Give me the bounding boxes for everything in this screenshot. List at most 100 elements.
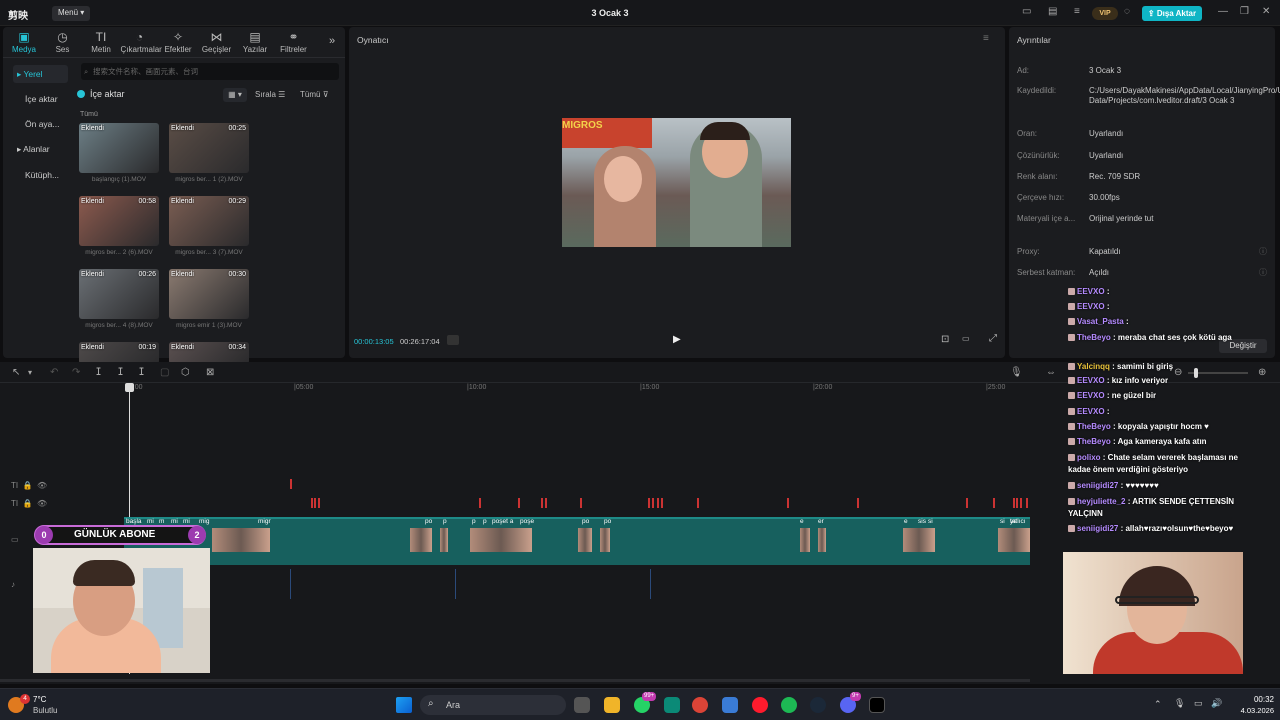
text-marker[interactable] bbox=[318, 498, 320, 508]
tray-chevron-icon[interactable]: ⌃ bbox=[1154, 699, 1162, 710]
search-input[interactable]: ⌕ 搜索文件名称、画面元素、台词 bbox=[81, 63, 339, 80]
text-marker[interactable] bbox=[541, 498, 543, 508]
text-marker[interactable] bbox=[1016, 498, 1018, 508]
sidebar-item-1[interactable]: İçe aktar bbox=[13, 90, 68, 108]
text-marker[interactable] bbox=[545, 498, 547, 508]
app-icon[interactable] bbox=[664, 697, 680, 713]
timecode-box-icon[interactable] bbox=[447, 335, 459, 345]
play-icon[interactable]: ▶ bbox=[673, 334, 681, 345]
more-tools-icon[interactable]: » bbox=[329, 35, 335, 47]
text-marker[interactable] bbox=[966, 498, 968, 508]
taskbar-search[interactable]: ⌕ Ara bbox=[420, 695, 566, 715]
import-button[interactable]: İçe aktar bbox=[90, 89, 125, 99]
tab-filtreler[interactable]: ⚭ Filtreler bbox=[275, 29, 313, 54]
tray-volume-icon[interactable]: 🔊 bbox=[1211, 698, 1222, 709]
text-marker[interactable] bbox=[697, 498, 699, 508]
text-marker[interactable] bbox=[648, 498, 650, 508]
link-icon[interactable]: ⇔ bbox=[1046, 367, 1056, 378]
clock-time[interactable]: 00:32 bbox=[1236, 695, 1274, 704]
export-button[interactable]: ⇪ Dışa Aktar bbox=[1142, 6, 1202, 21]
tab-efektler[interactable]: ✧ Efektler bbox=[159, 29, 197, 54]
text-marker[interactable] bbox=[652, 498, 654, 508]
text-marker[interactable] bbox=[1020, 498, 1022, 508]
notification-icon[interactable]: ◌ bbox=[1124, 6, 1130, 17]
windows-start-icon[interactable] bbox=[396, 697, 412, 713]
text-marker[interactable] bbox=[1026, 498, 1028, 508]
steam-icon[interactable] bbox=[810, 697, 826, 713]
tab-yazılar[interactable]: ▤ Yazılar bbox=[236, 29, 274, 54]
redo-icon[interactable]: ↷ bbox=[72, 367, 80, 378]
tab-çıkartmalar[interactable]: ◔ Çıkartmalar bbox=[121, 29, 162, 54]
proxy-info-icon[interactable]: ⓘ bbox=[1259, 246, 1267, 257]
tab-medya[interactable]: ▣ Medya bbox=[5, 29, 43, 54]
layer-info-icon[interactable]: ⓘ bbox=[1259, 267, 1267, 278]
media-item[interactable]: Eklendi 00:29 bbox=[169, 196, 249, 246]
layout-icon[interactable]: ▤ bbox=[1048, 6, 1057, 17]
split-icon[interactable]: ⵊ bbox=[96, 367, 101, 378]
text-marker[interactable] bbox=[657, 498, 659, 508]
settings-icon[interactable]: ≡ bbox=[1074, 6, 1080, 17]
snapshot-icon[interactable]: ⊡ bbox=[941, 334, 949, 345]
text-marker[interactable] bbox=[314, 498, 316, 508]
tab-metin[interactable]: TI Metin bbox=[82, 29, 120, 54]
media-item[interactable]: Eklendi bbox=[79, 123, 159, 173]
media-item[interactable]: Eklendi 00:25 bbox=[169, 123, 249, 173]
task-view-icon[interactable] bbox=[574, 697, 590, 713]
menu-button[interactable]: Menü ▾ bbox=[52, 6, 91, 21]
sidebar-item-3[interactable]: ▸ Alanlar bbox=[13, 140, 68, 158]
timeline-panel: ↖ ▾ ↶ ↷ ⵊ ⵊ ⵊ ▢ ⬡ ⊠ 🎙 ⇔ ⊖ ⊕ 00:00|05:00|… bbox=[0, 287, 1280, 684]
select-tool-icon[interactable]: ↖ bbox=[12, 367, 20, 378]
zoom-in-icon[interactable]: ⊕ bbox=[1258, 367, 1266, 378]
ratio-icon[interactable]: ▭ bbox=[962, 334, 970, 343]
text-marker[interactable] bbox=[1013, 498, 1015, 508]
sidebar-item-4[interactable]: Kütüph... bbox=[13, 166, 68, 184]
network-app-icon[interactable] bbox=[722, 697, 738, 713]
microphone-icon[interactable]: 🎙 bbox=[1010, 367, 1023, 378]
tray-mic-icon[interactable]: 🎙 bbox=[1174, 698, 1185, 709]
text-marker[interactable] bbox=[580, 498, 582, 508]
text-marker[interactable] bbox=[787, 498, 789, 508]
close-icon[interactable]: ✕ bbox=[1262, 6, 1270, 17]
text-marker[interactable] bbox=[661, 498, 663, 508]
monitor-icon[interactable]: ▭ bbox=[1022, 6, 1031, 17]
delete-icon[interactable]: ▢ bbox=[160, 367, 169, 378]
split-right-icon[interactable]: ⵊ bbox=[139, 367, 144, 378]
media-item[interactable]: Eklendi 00:34 bbox=[169, 342, 249, 364]
sidebar-item-0[interactable]: ▸ Yerel bbox=[13, 65, 68, 83]
media-item[interactable]: Eklendi 00:26 bbox=[79, 269, 159, 319]
playhead-handle[interactable] bbox=[125, 383, 134, 392]
vip-badge[interactable]: VIP bbox=[1092, 7, 1118, 20]
sidebar-item-2[interactable]: Ön aya... bbox=[13, 115, 68, 133]
tab-geçişler[interactable]: ⋈ Geçişler bbox=[198, 29, 236, 54]
media-item[interactable]: Eklendi 00:19 bbox=[79, 342, 159, 364]
opera-icon[interactable] bbox=[752, 697, 768, 713]
fullscreen-icon[interactable]: ⤢ bbox=[989, 333, 997, 344]
view-toggle-icon[interactable]: ▦ ▾ bbox=[223, 88, 247, 102]
text-marker[interactable] bbox=[290, 479, 292, 489]
text-marker[interactable] bbox=[993, 498, 995, 508]
crop-icon[interactable]: ⊠ bbox=[206, 367, 214, 378]
tray-network-icon[interactable]: ▭ bbox=[1194, 698, 1203, 709]
tab-ses[interactable]: ◷ Ses bbox=[44, 29, 82, 54]
filter-button[interactable]: Tümü ⊽ bbox=[300, 88, 329, 102]
text-marker[interactable] bbox=[311, 498, 313, 508]
sort-button[interactable]: Sırala ☰ bbox=[255, 88, 285, 102]
select-chevron-icon[interactable]: ▾ bbox=[28, 368, 32, 377]
player-menu-icon[interactable]: ≡ bbox=[983, 33, 989, 44]
media-item[interactable]: Eklendi 00:30 bbox=[169, 269, 249, 319]
text-marker[interactable] bbox=[479, 498, 481, 508]
media-item[interactable]: Eklendi 00:58 bbox=[79, 196, 159, 246]
maximize-icon[interactable]: ❐ bbox=[1240, 6, 1249, 17]
file-explorer-icon[interactable] bbox=[604, 697, 620, 713]
timeline-scrollbar[interactable] bbox=[0, 679, 1030, 682]
clock-date[interactable]: 4.03.2026 bbox=[1226, 706, 1274, 715]
undo-icon[interactable]: ↶ bbox=[50, 367, 58, 378]
text-marker[interactable] bbox=[518, 498, 520, 508]
spotify-icon[interactable] bbox=[781, 697, 797, 713]
marker-icon[interactable]: ⬡ bbox=[181, 367, 190, 378]
capcut-icon[interactable] bbox=[869, 697, 885, 713]
minimize-icon[interactable]: — bbox=[1218, 6, 1228, 17]
text-marker[interactable] bbox=[857, 498, 859, 508]
chrome-icon[interactable] bbox=[692, 697, 708, 713]
split-left-icon[interactable]: ⵊ bbox=[118, 367, 123, 378]
